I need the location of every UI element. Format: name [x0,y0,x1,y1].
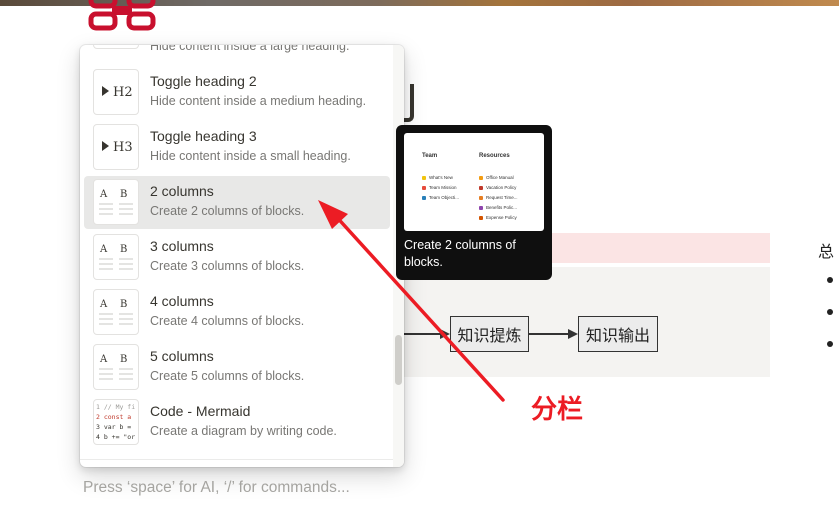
preview-right-row: Expense Policy [479,215,517,220]
menu-item-2-columns[interactable]: AB 2 columns Create 2 columns of blocks. [84,176,390,229]
preview-right-row: Office Manual [479,175,514,180]
menu-item-description: Hide content inside a medium heading. [150,94,367,108]
annotation-label: 分栏 [531,395,584,425]
menu-item-preview-tooltip: Team What's New Team Mission Team Object… [396,125,552,280]
two-columns-icon: AB [93,179,139,225]
svg-text:A: A [99,299,108,310]
code-line-3: 3 var b = [96,423,131,431]
code-line-4: 4 b += "or [96,433,135,441]
menu-item-toggle-heading-2[interactable]: H2 Toggle heading 2 Hide content inside … [84,66,390,119]
preview-left-heading: Team [422,153,438,159]
preview-right-row: Benefits Polic... [479,205,517,210]
four-columns-icon: AB [93,289,139,335]
toggle-heading-1-icon [93,45,139,49]
menu-item-5-columns[interactable]: AB 5 columns Create 5 columns of blocks. [84,341,390,394]
preview-right-row: Request Time... [479,195,518,200]
menu-item-title: 2 columns [150,183,214,199]
svg-text:B: B [120,354,127,365]
slash-command-menu[interactable]: Hide content inside a large heading. H2 … [80,45,404,467]
svg-text:B: B [120,189,127,200]
three-columns-icon: AB [93,234,139,280]
diagram-node-2: 知识输出 [578,316,658,352]
svg-text:A: A [99,354,108,365]
svg-text:H3: H3 [113,140,133,155]
tooltip-text: Create 2 columns of blocks. [404,238,516,269]
toggle-heading-1-description: Hide content inside a large heading. [150,45,350,53]
menu-item-description: Create 3 columns of blocks. [150,259,305,273]
bullet-1 [827,277,833,283]
five-columns-icon: AB [93,344,139,390]
code-line-2: 2 const a [96,413,131,421]
menu-divider [80,459,393,460]
two-columns-preview: Team What's New Team Mission Team Object… [404,133,544,231]
svg-text:B: B [120,244,127,255]
menu-item-title: Code - Mermaid [150,403,251,419]
menu-item-description: Create 5 columns of blocks. [150,369,305,383]
toggle-heading-3-icon: H3 [93,124,139,170]
bullet-2 [827,309,833,315]
page-icon[interactable] [88,0,158,32]
menu-item-title: 5 columns [150,348,214,364]
menu-item-title: Toggle heading 2 [150,73,257,89]
svg-text:H2: H2 [113,85,133,100]
diagram-node-1: 知识提炼 [450,316,529,352]
menu-item-description: Create 4 columns of blocks. [150,314,305,328]
preview-left-row: What's New [422,175,453,180]
side-heading: 总 [818,242,835,261]
menu-item-title: 3 columns [150,238,214,254]
menu-item-title: Toggle heading 3 [150,128,257,144]
editor-placeholder[interactable]: Press ‘space’ for AI, ‘/’ for commands..… [83,479,350,497]
menu-item-3-columns[interactable]: AB 3 columns Create 3 columns of blocks. [84,231,390,284]
menu-item-description: Create a diagram by writing code. [150,424,337,438]
menu-item-title: 4 columns [150,293,214,309]
menu-item-code-mermaid[interactable]: 1 // My fi 2 const a 3 var b = 4 b += "o… [84,396,390,449]
preview-left-row: Team Mission [422,185,457,190]
menu-item-description: Create 2 columns of blocks. [150,204,305,218]
menu-item-4-columns[interactable]: AB 4 columns Create 4 columns of blocks. [84,286,390,339]
preview-right-heading: Resources [479,153,510,159]
svg-text:A: A [99,189,108,200]
toggle-heading-2-icon: H2 [93,69,139,115]
code-line-1: 1 // My fi [96,403,135,411]
menu-item-toggle-heading-3[interactable]: H3 Toggle heading 3 Hide content inside … [84,121,390,174]
svg-text:B: B [120,299,127,310]
preview-right-row: Vacation Policy [479,185,516,190]
code-mermaid-icon: 1 // My fi 2 const a 3 var b = 4 b += "o… [93,399,139,445]
svg-text:A: A [99,244,108,255]
bullet-3 [827,341,833,347]
menu-item-description: Hide content inside a small heading. [150,149,351,163]
menu-scrollbar-thumb[interactable] [395,335,402,385]
preview-left-row: Team Objecti... [422,195,459,200]
